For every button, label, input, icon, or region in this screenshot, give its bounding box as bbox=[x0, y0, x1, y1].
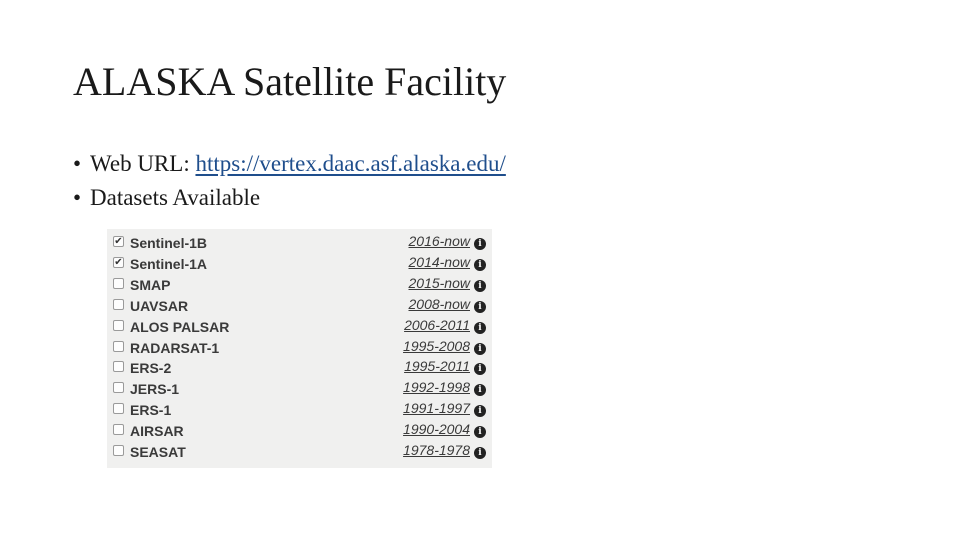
info-icon[interactable]: i bbox=[474, 238, 486, 250]
dataset-checkbox[interactable] bbox=[113, 340, 124, 352]
dataset-years-link[interactable]: 2015-now bbox=[409, 275, 471, 291]
dataset-checkbox[interactable]: ✔ bbox=[113, 256, 124, 268]
dataset-row[interactable]: ERS-2 1995-2011 i bbox=[107, 358, 492, 379]
dataset-years-link[interactable]: 1978-1978 bbox=[403, 442, 470, 458]
dataset-name: JERS-1 bbox=[130, 381, 180, 398]
info-icon[interactable]: i bbox=[474, 279, 486, 292]
dataset-name: UAVSAR bbox=[130, 297, 189, 314]
dataset-years-link[interactable]: 1992-1998 bbox=[403, 379, 470, 395]
dataset-checkbox[interactable] bbox=[113, 277, 124, 289]
bullet-dot: • bbox=[73, 185, 82, 210]
info-icon[interactable]: i bbox=[474, 342, 486, 355]
dataset-checkbox[interactable]: ✔ bbox=[113, 236, 124, 247]
dataset-name: AIRSAR bbox=[130, 423, 184, 440]
info-icon[interactable]: i bbox=[474, 447, 486, 459]
dataset-name: Sentinel-1A bbox=[130, 255, 208, 272]
info-icon[interactable]: i bbox=[474, 363, 486, 376]
dataset-checkbox[interactable] bbox=[113, 319, 124, 331]
dataset-name: ERS-2 bbox=[130, 360, 172, 377]
dataset-years-link[interactable]: 1995-2008 bbox=[403, 338, 470, 354]
dataset-row[interactable]: SEASAT 1978-1978 i bbox=[107, 442, 492, 463]
dataset-checkbox[interactable] bbox=[113, 382, 124, 394]
bullet-web-url: • Web URL: https://vertex.daac.asf.alaska… bbox=[73, 147, 506, 181]
dataset-checkbox[interactable] bbox=[113, 445, 124, 456]
bullet-datasets: • Datasets Available bbox=[73, 181, 506, 215]
dataset-years-link[interactable]: 1991-1997 bbox=[403, 400, 470, 416]
vertex-url-link[interactable]: https://vertex.daac.asf.alaska.edu/ bbox=[195, 151, 505, 176]
info-icon[interactable]: i bbox=[474, 258, 486, 271]
dataset-row[interactable]: ✔ Sentinel-1A 2014-now i bbox=[107, 254, 492, 275]
dataset-row[interactable]: RADARSAT-1 1995-2008 i bbox=[107, 338, 492, 359]
dataset-years-link[interactable]: 2016-now bbox=[409, 233, 471, 249]
dataset-years-link[interactable]: 2014-now bbox=[409, 254, 471, 270]
dataset-row[interactable]: AIRSAR 1990-2004 i bbox=[107, 421, 492, 442]
info-icon[interactable]: i bbox=[474, 300, 486, 313]
bullet-label: Web URL: bbox=[90, 151, 196, 176]
dataset-list-panel: ✔ Sentinel-1B 2016-now i ✔ Sentinel-1A 2014-no… bbox=[107, 229, 492, 468]
dataset-years-link[interactable]: 2006-2011 bbox=[404, 317, 470, 333]
dataset-name: Sentinel-1B bbox=[130, 235, 208, 251]
bullet-list: • Web URL: https://vertex.daac.asf.alaska… bbox=[73, 147, 506, 215]
dataset-name: SMAP bbox=[130, 276, 171, 293]
dataset-row[interactable]: SMAP 2015-now i bbox=[107, 275, 492, 296]
dataset-checkbox[interactable] bbox=[113, 403, 124, 415]
dataset-row[interactable]: ALOS PALSAR 2006-2011 i bbox=[107, 317, 492, 338]
dataset-years-link[interactable]: 2008-now bbox=[409, 296, 471, 312]
slide-title: ALASKA Satellite Facility bbox=[73, 59, 507, 104]
dataset-row[interactable]: UAVSAR 2008-now i bbox=[107, 296, 492, 317]
dataset-row[interactable]: ✔ Sentinel-1B 2016-now i bbox=[107, 233, 492, 254]
bullet-dot: • bbox=[73, 151, 82, 176]
dataset-name: SEASAT bbox=[130, 444, 186, 460]
dataset-row[interactable]: ERS-1 1991-1997 i bbox=[107, 400, 492, 421]
info-icon[interactable]: i bbox=[474, 405, 486, 418]
info-icon[interactable]: i bbox=[474, 384, 486, 397]
dataset-years-link[interactable]: 1990-2004 bbox=[403, 421, 470, 437]
dataset-years-link[interactable]: 1995-2011 bbox=[404, 358, 470, 374]
info-icon[interactable]: i bbox=[474, 321, 486, 334]
dataset-name: ERS-1 bbox=[130, 402, 172, 419]
dataset-checkbox[interactable] bbox=[113, 361, 124, 373]
dataset-row[interactable]: JERS-1 1992-1998 i bbox=[107, 379, 492, 400]
info-icon[interactable]: i bbox=[474, 426, 486, 439]
dataset-name: ALOS PALSAR bbox=[130, 318, 230, 335]
bullet-label: Datasets Available bbox=[90, 185, 261, 210]
dataset-checkbox[interactable] bbox=[113, 298, 124, 310]
dataset-name: RADARSAT-1 bbox=[130, 339, 220, 356]
dataset-checkbox[interactable] bbox=[113, 424, 124, 436]
